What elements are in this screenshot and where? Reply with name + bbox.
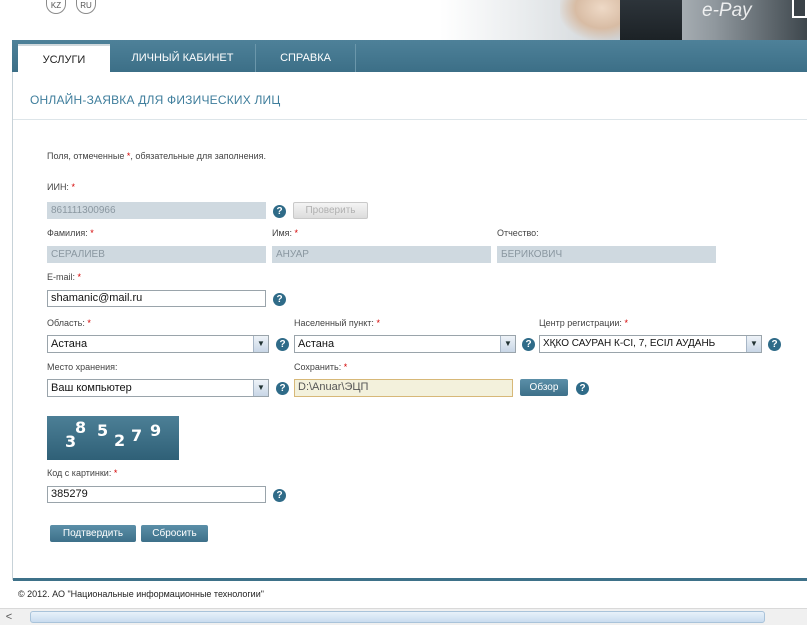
captcha-digit: 2 <box>114 431 126 450</box>
save-path-help-icon[interactable]: ? <box>576 382 589 395</box>
reg-center-select[interactable]: ХҚКО САУРАН К-СІ, 7, ЕСІЛ АУДАНЬ ▼ <box>539 335 762 353</box>
captcha-digit: 5 <box>97 421 109 440</box>
banner-sleeve-image <box>620 0 682 40</box>
tab-services[interactable]: УСЛУГИ <box>18 44 110 72</box>
surname-label: Фамилия: * <box>47 228 94 238</box>
check-iin-button[interactable]: Проверить <box>293 202 368 219</box>
browse-button[interactable]: Обзор <box>520 379 568 396</box>
horizontal-scrollbar[interactable]: < <box>0 608 807 625</box>
name-field[interactable]: АНУАР <box>272 246 491 263</box>
banner-logo-text: e-Pay <box>702 0 752 21</box>
title-divider <box>13 119 807 120</box>
banner-corner-button[interactable] <box>792 0 807 18</box>
captcha-help-icon[interactable]: ? <box>273 489 286 502</box>
footer: © 2012. АО "Национальные информационные … <box>13 578 807 604</box>
iin-help-icon[interactable]: ? <box>273 205 286 218</box>
locality-help-icon[interactable]: ? <box>522 338 535 351</box>
name-label: Имя: * <box>272 228 299 238</box>
reg-center-help-icon[interactable]: ? <box>768 338 781 351</box>
chevron-down-icon[interactable]: ▼ <box>500 336 515 352</box>
lang-kz-button[interactable]: KZ <box>46 0 66 14</box>
email-label: E-mail: * <box>47 272 82 282</box>
scrollbar-thumb[interactable] <box>30 611 765 623</box>
captcha-image: 3 8 5 2 7 9 <box>47 416 179 460</box>
captcha-digit: 8 <box>75 418 87 437</box>
locality-select[interactable]: Астана ▼ <box>294 335 516 353</box>
surname-field[interactable]: СЕРАЛИЕВ <box>47 246 266 263</box>
region-help-icon[interactable]: ? <box>276 338 289 351</box>
reset-button[interactable]: Сбросить <box>141 525 208 542</box>
chevron-down-icon[interactable]: ▼ <box>253 380 268 396</box>
region-label: Область: * <box>47 318 91 328</box>
save-path-label: Сохранить: * <box>294 362 348 372</box>
tab-help[interactable]: СПРАВКА <box>256 44 356 72</box>
storage-help-icon[interactable]: ? <box>276 382 289 395</box>
iin-label: ИИН: * <box>47 182 75 192</box>
captcha-code-field[interactable]: 385279 <box>47 486 266 503</box>
storage-label: Место хранения: <box>47 362 118 372</box>
required-note: Поля, отмеченные *, обязательные для зап… <box>47 151 267 161</box>
copyright-text: © 2012. АО "Национальные информационные … <box>18 589 264 599</box>
locality-label: Населенный пункт: * <box>294 318 380 328</box>
captcha-digit: 7 <box>131 426 143 445</box>
email-field[interactable]: shamanic@mail.ru <box>47 290 266 307</box>
content-border <box>12 72 13 580</box>
lang-ru-button[interactable]: RU <box>76 0 96 14</box>
captcha-code-label: Код с картинки: * <box>47 468 118 478</box>
storage-select[interactable]: Ваш компьютер ▼ <box>47 379 269 397</box>
save-path-field[interactable]: D:\Anuar\ЭЦП <box>294 379 513 397</box>
region-select[interactable]: Астана ▼ <box>47 335 269 353</box>
header-banner: e-Pay KZ RU <box>0 0 807 40</box>
page-title: ОНЛАЙН-ЗАЯВКА ДЛЯ ФИЗИЧЕСКИХ ЛИЦ <box>30 93 281 107</box>
captcha-digit: 9 <box>150 421 162 440</box>
tab-personal-cabinet[interactable]: ЛИЧНЫЙ КАБИНЕТ <box>110 44 256 72</box>
iin-field[interactable]: 861111300966 <box>47 202 266 219</box>
email-help-icon[interactable]: ? <box>273 293 286 306</box>
scroll-left-icon[interactable]: < <box>2 610 16 624</box>
patronymic-label: Отчество: <box>497 228 539 238</box>
chevron-down-icon[interactable]: ▼ <box>746 336 761 352</box>
confirm-button[interactable]: Подтвердить <box>50 525 136 542</box>
chevron-down-icon[interactable]: ▼ <box>253 336 268 352</box>
main-nav: УСЛУГИ ЛИЧНЫЙ КАБИНЕТ СПРАВКА <box>12 40 807 72</box>
patronymic-field[interactable]: БЕРИКОВИЧ <box>497 246 716 263</box>
reg-center-label: Центр регистрации: * <box>539 318 628 328</box>
